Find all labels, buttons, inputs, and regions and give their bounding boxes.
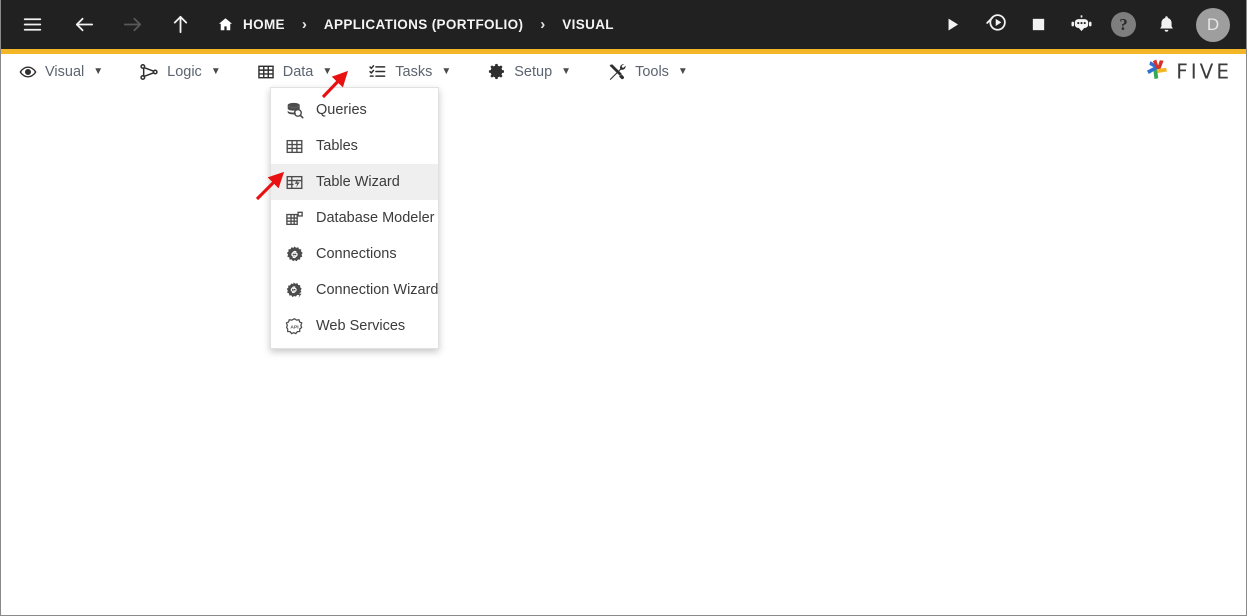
five-ide-window: HOME › APPLICATIONS (PORTFOLIO) › VISUAL bbox=[0, 0, 1247, 616]
dropdown-item-connections[interactable]: Connections bbox=[271, 236, 438, 272]
breadcrumb-separator-1: › bbox=[301, 16, 307, 33]
breadcrumb-item-visual[interactable]: VISUAL bbox=[562, 17, 614, 32]
breadcrumb-label-visual: VISUAL bbox=[562, 17, 614, 32]
dropdown-label-database-modeler: Database Modeler bbox=[316, 209, 435, 226]
chevron-down-icon: ▼ bbox=[441, 65, 452, 77]
chevron-down-icon: ▼ bbox=[210, 65, 221, 77]
flow-nodes-icon bbox=[139, 62, 159, 82]
wrench-screwdriver-icon bbox=[607, 62, 627, 82]
brand-name: FIVE bbox=[1176, 59, 1232, 84]
top-navigation-bar: HOME › APPLICATIONS (PORTFOLIO) › VISUAL bbox=[1, 0, 1246, 49]
database-search-icon bbox=[285, 101, 304, 120]
menu-item-setup[interactable]: Setup ▼ bbox=[487, 62, 571, 81]
menu-item-visual[interactable]: Visual ▼ bbox=[19, 63, 103, 81]
connection-gear-icon bbox=[285, 245, 304, 264]
dropdown-label-queries: Queries bbox=[316, 101, 367, 118]
bell-icon[interactable] bbox=[1153, 12, 1179, 38]
breadcrumb-label-home: HOME bbox=[243, 17, 285, 32]
dropdown-label-connection-wizard: Connection Wizard bbox=[316, 281, 439, 298]
breadcrumb-item-applications[interactable]: APPLICATIONS (PORTFOLIO) bbox=[324, 17, 523, 32]
brand-logo: FIVE bbox=[1143, 55, 1232, 88]
menu-label-data: Data bbox=[282, 63, 314, 80]
menu-item-tools[interactable]: Tools ▼ bbox=[607, 62, 688, 82]
back-arrow-icon[interactable] bbox=[71, 12, 97, 38]
topbar-action-group: ? D bbox=[939, 7, 1236, 42]
menu-item-tasks[interactable]: Tasks ▼ bbox=[368, 62, 451, 81]
up-arrow-icon[interactable] bbox=[167, 12, 193, 38]
chevron-down-icon: ▼ bbox=[322, 65, 333, 77]
table-wizard-icon bbox=[285, 173, 304, 192]
breadcrumb-label-applications: APPLICATIONS (PORTFOLIO) bbox=[323, 17, 524, 32]
stop-square-icon[interactable] bbox=[1025, 12, 1051, 38]
svg-text:API: API bbox=[290, 324, 299, 330]
table-grid-icon bbox=[257, 63, 275, 81]
robot-icon[interactable] bbox=[1068, 12, 1094, 38]
hamburger-menu-icon[interactable] bbox=[19, 12, 45, 38]
menu-item-logic[interactable]: Logic ▼ bbox=[139, 62, 221, 82]
forward-arrow-icon[interactable] bbox=[119, 12, 145, 38]
application-menu-bar: Visual ▼ Logic ▼ Data ▼ Tasks ▼ Setup ▼ … bbox=[1, 54, 1246, 90]
menu-label-tools: Tools bbox=[635, 63, 669, 80]
dropdown-item-table-wizard[interactable]: Table Wizard bbox=[271, 164, 438, 200]
dropdown-item-web-services[interactable]: API Web Services bbox=[271, 308, 438, 344]
user-avatar[interactable]: D bbox=[1196, 7, 1230, 42]
breadcrumb-separator-2: › bbox=[540, 16, 546, 33]
database-modeler-icon bbox=[285, 209, 304, 228]
dropdown-item-queries[interactable]: Queries bbox=[271, 92, 438, 128]
dropdown-label-table-wizard: Table Wizard bbox=[316, 173, 400, 190]
menu-label-setup: Setup bbox=[514, 63, 553, 80]
breadcrumb-item-home[interactable]: HOME bbox=[217, 16, 285, 33]
chevron-down-icon: ▼ bbox=[677, 65, 688, 77]
dropdown-item-database-modeler[interactable]: Database Modeler bbox=[271, 200, 438, 236]
dropdown-label-tables: Tables bbox=[316, 137, 358, 154]
menu-item-data[interactable]: Data ▼ bbox=[257, 63, 333, 81]
question-mark-icon[interactable]: ? bbox=[1111, 12, 1136, 37]
play-icon[interactable] bbox=[939, 12, 965, 38]
eye-icon bbox=[19, 63, 37, 81]
data-dropdown-menu: Queries Tables Table Wizard Database Mod… bbox=[270, 87, 439, 349]
home-icon bbox=[217, 16, 234, 33]
dropdown-label-web-services: Web Services bbox=[316, 317, 406, 334]
checklist-icon bbox=[368, 62, 387, 81]
chevron-down-icon: ▼ bbox=[93, 65, 104, 77]
dropdown-label-connections: Connections bbox=[316, 245, 397, 262]
workspace-canvas bbox=[1, 90, 1246, 614]
connection-wizard-icon bbox=[285, 281, 304, 300]
five-pinwheel-logo bbox=[1143, 55, 1171, 88]
menu-label-tasks: Tasks bbox=[395, 63, 433, 80]
dropdown-item-connection-wizard[interactable]: Connection Wizard bbox=[271, 272, 439, 308]
menu-label-logic: Logic bbox=[167, 63, 202, 80]
menu-label-visual: Visual bbox=[45, 63, 85, 80]
table-grid-icon bbox=[285, 137, 304, 156]
topbar-left-group: HOME › APPLICATIONS (PORTFOLIO) › VISUAL bbox=[19, 12, 939, 38]
chevron-down-icon: ▼ bbox=[561, 65, 572, 77]
dropdown-item-tables[interactable]: Tables bbox=[271, 128, 438, 164]
api-badge-icon: API bbox=[285, 317, 304, 336]
play-search-icon[interactable] bbox=[982, 12, 1008, 38]
gear-icon bbox=[487, 62, 506, 81]
